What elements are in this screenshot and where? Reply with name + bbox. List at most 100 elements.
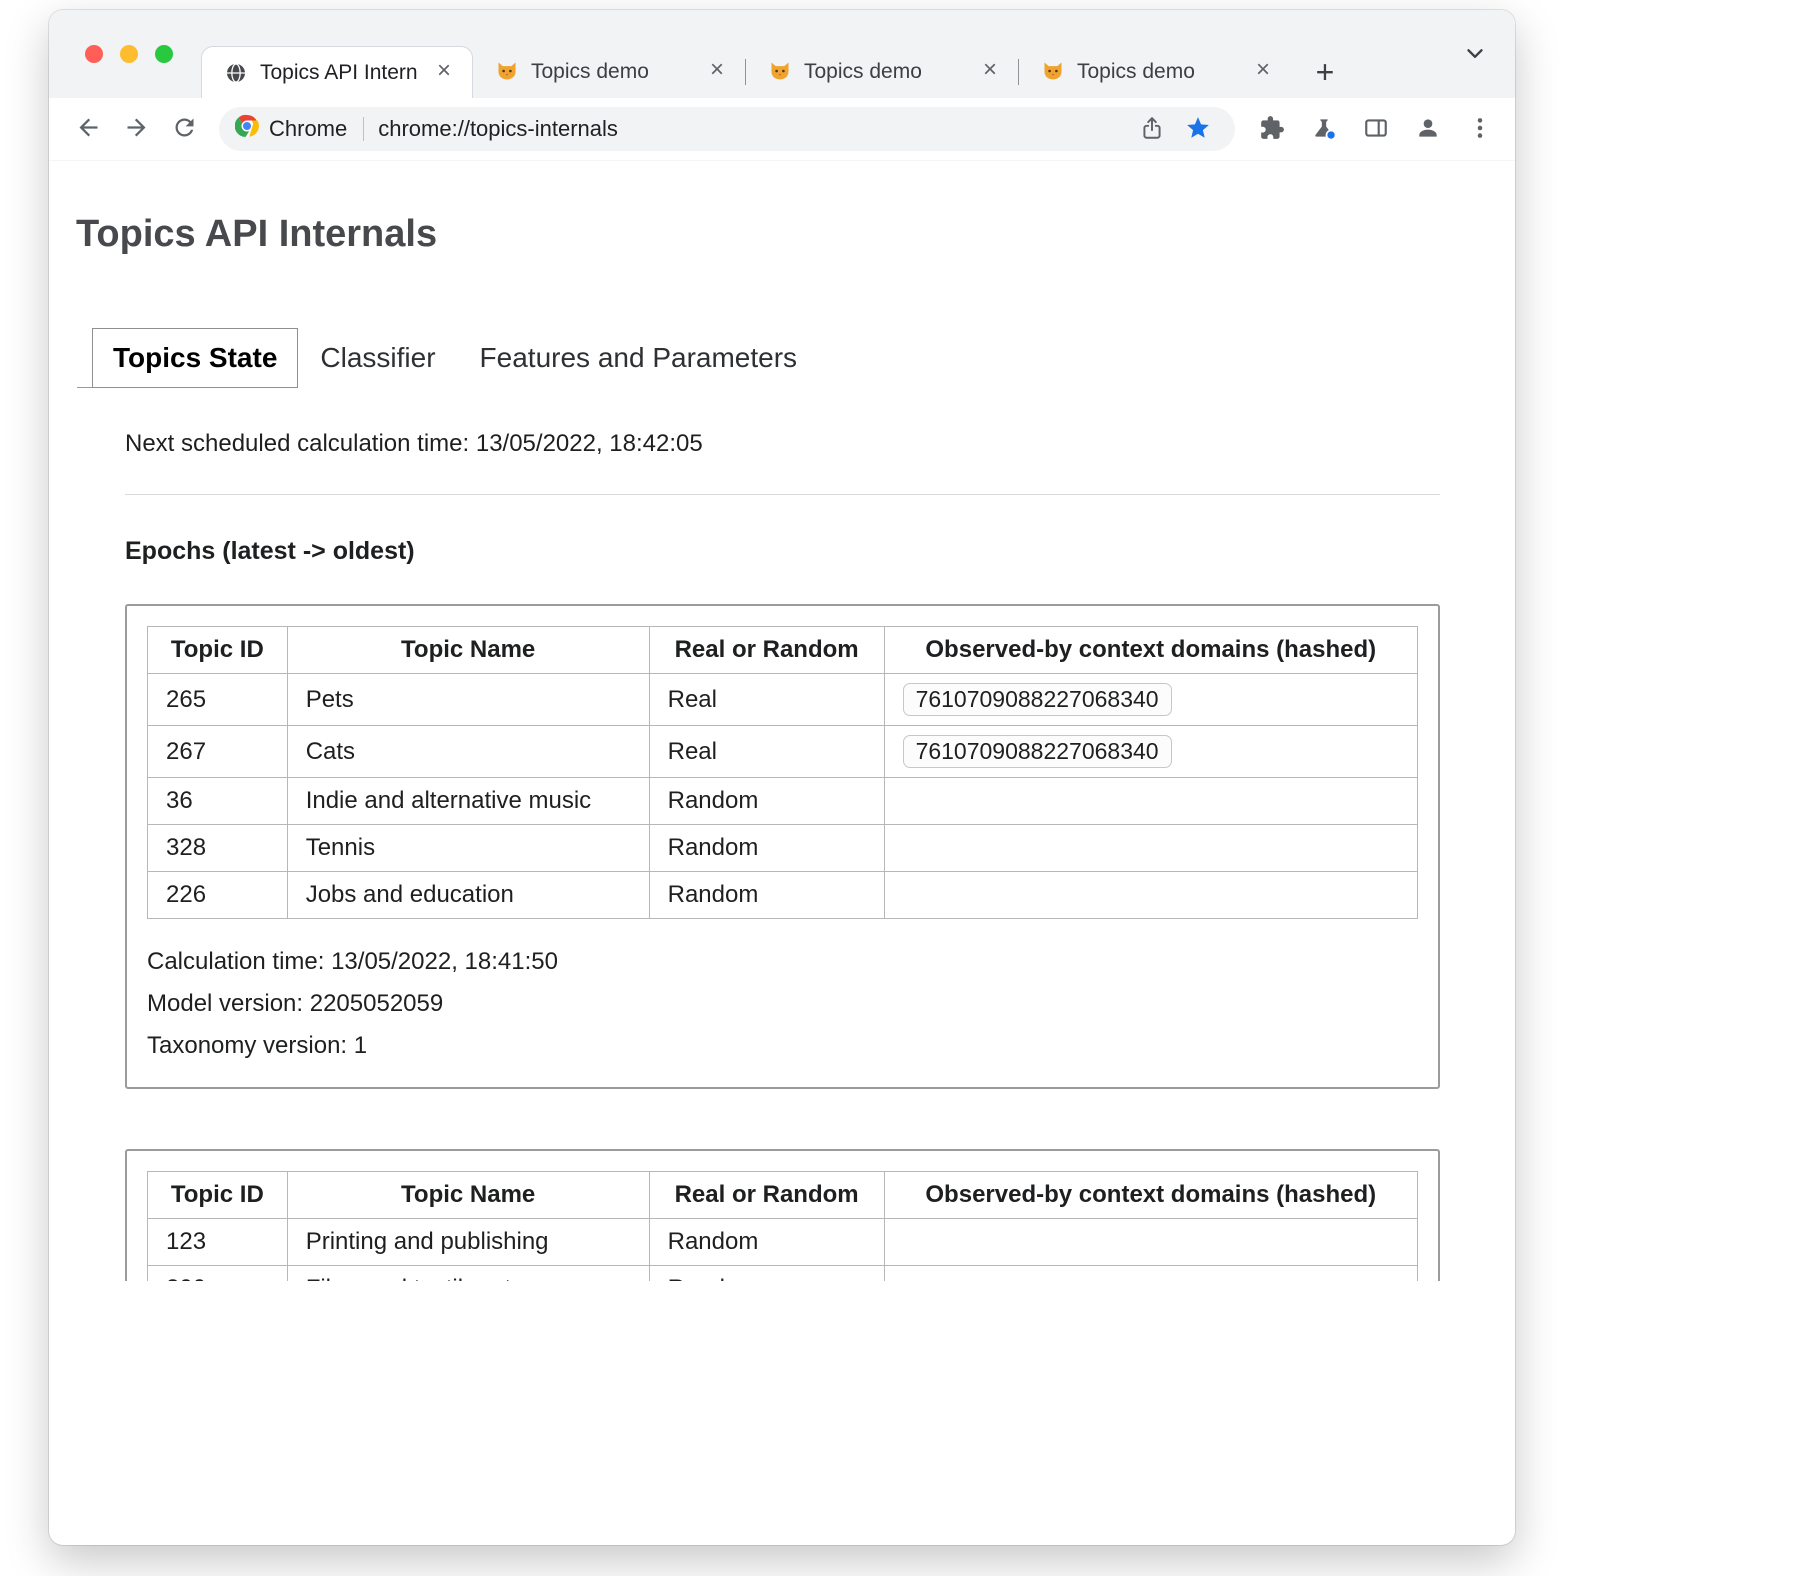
topic-name-cell: Tennis (287, 825, 649, 872)
tab-close-button[interactable]: × (976, 58, 1004, 86)
divider (125, 494, 1440, 495)
window-minimize-button[interactable] (120, 45, 138, 63)
epochs-list: Topic IDTopic NameReal or RandomObserved… (49, 604, 1515, 1281)
epoch-meta-line: Calculation time: 13/05/2022, 18:41:50 (147, 941, 1418, 983)
observed-domains-cell (884, 825, 1417, 872)
cat-favicon-icon (495, 60, 519, 84)
next-calculation-time: Next scheduled calculation time: 13/05/2… (125, 430, 1440, 458)
table-row: 123Printing and publishingRandom (148, 1219, 1418, 1266)
topic-id-cell: 328 (148, 825, 288, 872)
site-chip-label: Chrome (269, 116, 347, 142)
tab-search-button[interactable] (1457, 36, 1493, 72)
table-header-row: Topic IDTopic NameReal or RandomObserved… (148, 1172, 1418, 1219)
column-header: Topic ID (148, 1172, 288, 1219)
new-tab-button[interactable]: + (1303, 46, 1347, 98)
browser-window: Topics API Intern×Topics demo×Topics dem… (49, 10, 1515, 1545)
column-header: Observed-by context domains (hashed) (884, 1172, 1417, 1219)
epoch-meta-line: Model version: 2205052059 (147, 983, 1418, 1025)
tab-strip-tabs: Topics API Intern×Topics demo×Topics dem… (201, 10, 1291, 98)
real-or-random-cell: Random (649, 778, 884, 825)
topic-id-cell: 200 (148, 1266, 288, 1282)
globe-favicon-icon (224, 61, 248, 85)
address-bar[interactable]: Chrome chrome://topics-internals (219, 107, 1235, 151)
epoch-meta-line: Taxonomy version: 1 (147, 1025, 1418, 1067)
side-panel-button[interactable] (1353, 106, 1399, 152)
topic-name-cell: Indie and alternative music (287, 778, 649, 825)
omnibox-divider (363, 117, 364, 141)
page-tab-classifier[interactable]: Classifier (298, 328, 457, 388)
column-header: Real or Random (649, 627, 884, 674)
desktop: Topics API Intern×Topics demo×Topics dem… (0, 0, 1810, 1576)
real-or-random-cell: Random (649, 825, 884, 872)
forward-button[interactable] (113, 106, 159, 152)
page-tab-features-and-parameters[interactable]: Features and Parameters (458, 328, 820, 388)
column-header: Topic Name (287, 627, 649, 674)
table-row: 200Fibre and textile artsRandom (148, 1266, 1418, 1282)
browser-tab-active[interactable]: Topics API Intern× (201, 46, 473, 98)
experiments-button[interactable] (1301, 106, 1347, 152)
epoch-panel: Topic IDTopic NameReal or RandomObserved… (125, 604, 1440, 1089)
reload-icon (171, 114, 198, 144)
table-header-row: Topic IDTopic NameReal or RandomObserved… (148, 627, 1418, 674)
extensions-button[interactable] (1249, 106, 1295, 152)
reload-button[interactable] (161, 106, 207, 152)
epoch-table: Topic IDTopic NameReal or RandomObserved… (147, 1171, 1418, 1281)
tab-title: Topics API Intern (260, 61, 424, 85)
table-row: 226Jobs and educationRandom (148, 872, 1418, 919)
table-row: 265PetsReal7610709088227068340 (148, 674, 1418, 726)
page-tab-topics-state[interactable]: Topics State (92, 328, 298, 388)
url-text: chrome://topics-internals (378, 116, 618, 142)
three-dot-menu-icon (1467, 115, 1493, 144)
topic-id-cell: 265 (148, 674, 288, 726)
observed-domains-cell (884, 872, 1417, 919)
menu-button[interactable] (1457, 106, 1503, 152)
observed-domains-cell (884, 778, 1417, 825)
column-header: Topic ID (148, 627, 288, 674)
observed-domains-cell: 7610709088227068340 (884, 674, 1417, 726)
table-row: 328TennisRandom (148, 825, 1418, 872)
tab-close-button[interactable]: × (1249, 58, 1277, 86)
real-or-random-cell: Real (649, 726, 884, 778)
epoch-panel: Topic IDTopic NameReal or RandomObserved… (125, 1149, 1440, 1281)
observed-domains-cell: 7610709088227068340 (884, 726, 1417, 778)
observed-domains-cell (884, 1219, 1417, 1266)
real-or-random-cell: Random (649, 1266, 884, 1282)
topic-id-cell: 123 (148, 1219, 288, 1266)
page-tabs: Topics StateClassifierFeatures and Param… (92, 328, 1515, 388)
avatar-icon (1415, 115, 1441, 144)
share-icon (1139, 115, 1165, 144)
topic-id-cell: 36 (148, 778, 288, 825)
topic-name-cell: Fibre and textile arts (287, 1266, 649, 1282)
real-or-random-cell: Random (649, 1219, 884, 1266)
window-zoom-button[interactable] (155, 45, 173, 63)
tab-title: Topics demo (531, 60, 697, 84)
browser-tab[interactable]: Topics demo× (473, 46, 745, 98)
flask-icon (1311, 115, 1337, 144)
profile-button[interactable] (1405, 106, 1451, 152)
tab-title: Topics demo (1077, 60, 1243, 84)
epochs-heading: Epochs (latest -> oldest) (125, 537, 1515, 566)
arrow-right-icon (123, 114, 150, 144)
topic-id-cell: 267 (148, 726, 288, 778)
puzzle-icon (1259, 115, 1285, 144)
topic-id-cell: 226 (148, 872, 288, 919)
topic-name-cell: Pets (287, 674, 649, 726)
column-header: Topic Name (287, 1172, 649, 1219)
chrome-logo-icon (235, 114, 259, 144)
observed-domains-cell (884, 1266, 1417, 1282)
browser-tab[interactable]: Topics demo× (746, 46, 1018, 98)
window-close-button[interactable] (85, 45, 103, 63)
hashed-domain-chip[interactable]: 7610709088227068340 (903, 735, 1172, 768)
back-button[interactable] (65, 106, 111, 152)
column-header: Real or Random (649, 1172, 884, 1219)
bookmark-star-button[interactable] (1175, 106, 1221, 152)
page-title: Topics API Internals (76, 213, 1515, 256)
hashed-domain-chip[interactable]: 7610709088227068340 (903, 683, 1172, 716)
share-button[interactable] (1129, 106, 1175, 152)
cat-favicon-icon (1041, 60, 1065, 84)
browser-tab[interactable]: Topics demo× (1019, 46, 1291, 98)
epoch-meta: Calculation time: 13/05/2022, 18:41:50Mo… (147, 941, 1418, 1067)
tab-close-button[interactable]: × (703, 58, 731, 86)
tab-close-button[interactable]: × (430, 59, 458, 87)
page-content: Topics API Internals Topics StateClassif… (49, 161, 1515, 1281)
